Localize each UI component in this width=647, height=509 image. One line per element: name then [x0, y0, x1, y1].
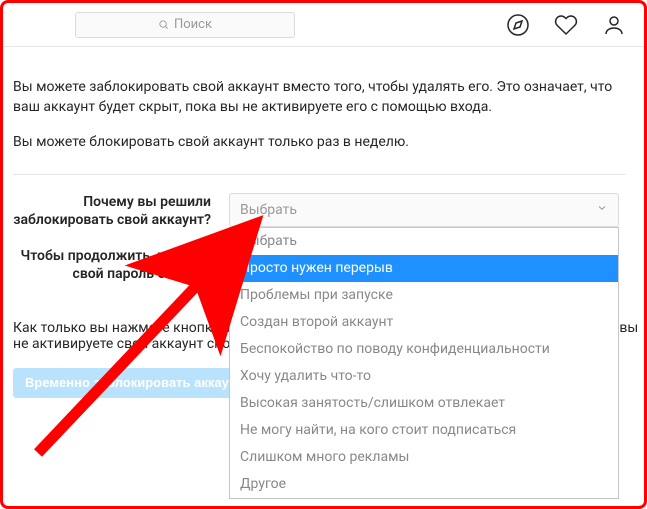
dropdown-option[interactable]: Выбрать: [230, 228, 618, 255]
search-input[interactable]: Поиск: [75, 12, 295, 38]
temporarily-disable-button[interactable]: Временно заблокировать аккаунт: [13, 368, 255, 398]
reason-dropdown: Выбрать Просто нужен перерыв Проблемы пр…: [229, 227, 619, 499]
top-bar: Поиск: [3, 3, 644, 47]
dropdown-option[interactable]: Создан второй аккаунт: [230, 309, 618, 336]
dropdown-option[interactable]: Хочу удалить что-то: [230, 363, 618, 390]
dropdown-option[interactable]: Проблемы при запуске: [230, 282, 618, 309]
dropdown-option[interactable]: Другое: [230, 471, 618, 498]
password-label: Чтобы продолжить, введите свой пароль ещ…: [13, 247, 229, 283]
select-value: Выбрать: [240, 200, 297, 220]
reason-select[interactable]: Выбрать: [229, 193, 619, 227]
dropdown-option[interactable]: Высокая занятость/слишком отвлекает: [230, 390, 618, 417]
search-placeholder: Поиск: [174, 17, 212, 32]
dropdown-option[interactable]: Не могу найти, на кого стоит подписаться: [230, 417, 618, 444]
truncated-heading: [13, 47, 626, 61]
info-paragraph-1: Вы можете заблокировать свой аккаунт вме…: [13, 77, 626, 118]
dropdown-option[interactable]: Слишком много рекламы: [230, 444, 618, 471]
reason-label: Почему вы решили заблокировать свой акка…: [13, 193, 229, 229]
profile-icon[interactable]: [602, 13, 626, 37]
explore-icon[interactable]: [506, 13, 530, 37]
dropdown-option[interactable]: Просто нужен перерыв: [230, 255, 618, 282]
info-paragraph-2: Вы можете блокировать свой аккаунт тольк…: [13, 132, 626, 152]
activity-heart-icon[interactable]: [554, 13, 578, 37]
section-divider: [13, 174, 626, 175]
search-icon: [158, 19, 169, 30]
chevron-down-icon: [596, 200, 608, 220]
dropdown-option[interactable]: Беспокойство по поводу конфиденциальност…: [230, 336, 618, 363]
